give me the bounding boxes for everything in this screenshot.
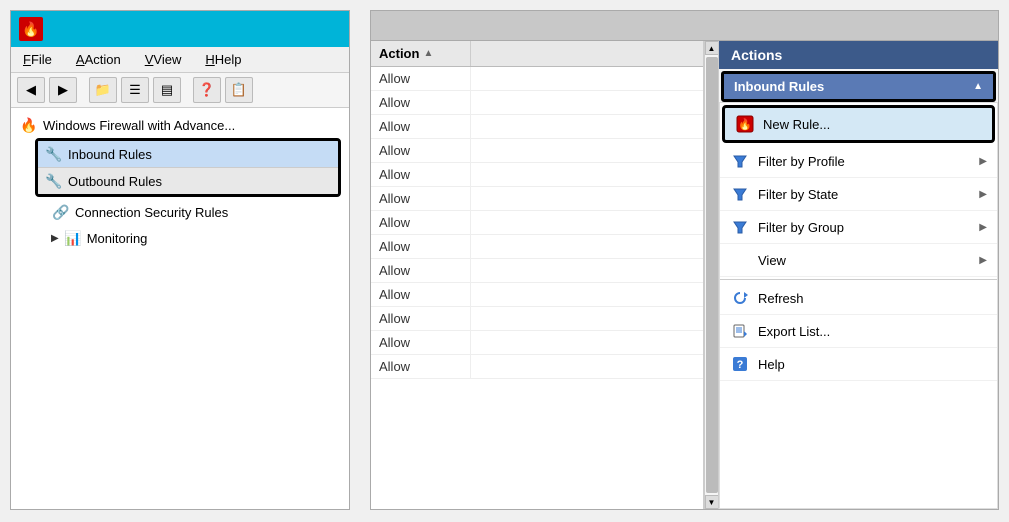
actions-divider	[720, 279, 997, 280]
action-column-header[interactable]: Action ▲	[371, 41, 471, 66]
help-label: Help	[758, 357, 987, 372]
tree-root[interactable]: 🔥 Windows Firewall with Advance...	[11, 112, 349, 138]
filter-state-arrow: ▶	[979, 189, 987, 200]
filter-profile-icon	[730, 151, 750, 171]
view-label: View	[758, 253, 971, 268]
table-row[interactable]: Allow	[371, 355, 703, 379]
filter-profile-arrow: ▶	[979, 156, 987, 167]
tree-monitoring[interactable]: ▶ 📊 Monitoring	[11, 225, 349, 251]
sort-arrow-icon: ▲	[423, 48, 433, 59]
scroll-up-button[interactable]: ▲	[705, 41, 719, 55]
app-icon: 🔥	[19, 17, 43, 41]
menu-file[interactable]: FFile	[19, 50, 56, 69]
table-row[interactable]: Allow	[371, 91, 703, 115]
right-header	[371, 11, 998, 41]
filter-group-arrow: ▶	[979, 222, 987, 233]
tree-area: 🔥 Windows Firewall with Advance... 🔧 Inb…	[11, 108, 349, 509]
list-button[interactable]: ▤	[153, 77, 181, 103]
main-table: Action ▲ Allow Allow Allow Allow Allow A…	[371, 41, 704, 509]
svg-text:?: ?	[737, 359, 744, 371]
refresh-label: Refresh	[758, 291, 987, 306]
table-row[interactable]: Allow	[371, 115, 703, 139]
view-arrow: ▶	[979, 255, 987, 266]
actions-section-header[interactable]: Inbound Rules ▲	[721, 71, 996, 102]
forward-button[interactable]: ▶	[49, 77, 77, 103]
actions-list: 🔥 New Rule... Filter by Profile ▶	[719, 102, 998, 509]
filter-profile-action[interactable]: Filter by Profile ▶	[720, 145, 997, 178]
filter-state-icon	[730, 184, 750, 204]
title-bar: 🔥	[11, 11, 349, 47]
table-row[interactable]: Allow	[371, 235, 703, 259]
actions-panel: Actions Inbound Rules ▲ 🔥 New Rule...	[718, 41, 998, 509]
right-content: Action ▲ Allow Allow Allow Allow Allow A…	[371, 41, 998, 509]
connection-icon: 🔗	[51, 202, 71, 222]
filter-state-action[interactable]: Filter by State ▶	[720, 178, 997, 211]
inbound-icon: 🔧	[44, 144, 64, 164]
filter-group-label: Filter by Group	[758, 220, 971, 235]
help-action[interactable]: ? Help	[720, 348, 997, 381]
table-header: Action ▲	[371, 41, 703, 67]
help-icon: ?	[730, 354, 750, 374]
tree-connection[interactable]: 🔗 Connection Security Rules	[11, 199, 349, 225]
view-icon	[730, 250, 750, 270]
export-list-icon	[730, 321, 750, 341]
new-rule-icon: 🔥	[735, 114, 755, 134]
new-rule-label: New Rule...	[763, 117, 982, 132]
view-action[interactable]: View ▶	[720, 244, 997, 277]
table-row[interactable]: Allow	[371, 283, 703, 307]
table-row[interactable]: Allow	[371, 67, 703, 91]
export-list-action[interactable]: Export List...	[720, 315, 997, 348]
monitoring-icon: 📊	[63, 228, 83, 248]
svg-text:🔥: 🔥	[738, 118, 752, 131]
back-button[interactable]: ◀	[17, 77, 45, 103]
table-row[interactable]: Allow	[371, 187, 703, 211]
tree-inbound[interactable]: 🔧 Inbound Rules	[38, 141, 338, 167]
toolbar: ◀ ▶ 📁 ☰ ▤ ❓ 📋	[11, 73, 349, 108]
table-rows: Allow Allow Allow Allow Allow Allow Allo…	[371, 67, 703, 379]
vertical-scrollbar[interactable]: ▲ ▼	[704, 41, 718, 509]
tree-outbound[interactable]: 🔧 Outbound Rules	[38, 167, 338, 194]
expand-icon[interactable]: ▶	[51, 233, 59, 244]
table-row[interactable]: Allow	[371, 259, 703, 283]
menu-help[interactable]: HHelp	[201, 50, 245, 69]
folder-button[interactable]: 📁	[89, 77, 117, 103]
filter-group-icon	[730, 217, 750, 237]
menu-action[interactable]: AAction	[72, 50, 125, 69]
table-row[interactable]: Allow	[371, 307, 703, 331]
left-panel: 🔥 FFile AAction VView HHelp ◀ ▶ 📁 ☰ ▤ ❓ …	[10, 10, 350, 510]
menu-view[interactable]: VView	[141, 50, 186, 69]
right-panel: Action ▲ Allow Allow Allow Allow Allow A…	[370, 10, 999, 510]
export-list-label: Export List...	[758, 324, 987, 339]
view-button[interactable]: ☰	[121, 77, 149, 103]
new-rule-action[interactable]: 🔥 New Rule...	[722, 105, 995, 143]
refresh-action[interactable]: Refresh	[720, 282, 997, 315]
scroll-down-button[interactable]: ▼	[705, 495, 719, 509]
filter-group-action[interactable]: Filter by Group ▶	[720, 211, 997, 244]
help-toolbar-button[interactable]: ❓	[193, 77, 221, 103]
section-collapse-icon: ▲	[973, 81, 983, 92]
outbound-icon: 🔧	[44, 171, 64, 191]
actions-panel-header: Actions	[719, 41, 998, 69]
filter-state-label: Filter by State	[758, 187, 971, 202]
root-icon: 🔥	[19, 115, 39, 135]
table-row[interactable]: Allow	[371, 163, 703, 187]
table-row[interactable]: Allow	[371, 331, 703, 355]
properties-button[interactable]: 📋	[225, 77, 253, 103]
table-row[interactable]: Allow	[371, 139, 703, 163]
menu-bar: FFile AAction VView HHelp	[11, 47, 349, 73]
table-row[interactable]: Allow	[371, 211, 703, 235]
refresh-icon	[730, 288, 750, 308]
scroll-thumb[interactable]	[706, 57, 718, 493]
filter-profile-label: Filter by Profile	[758, 154, 971, 169]
